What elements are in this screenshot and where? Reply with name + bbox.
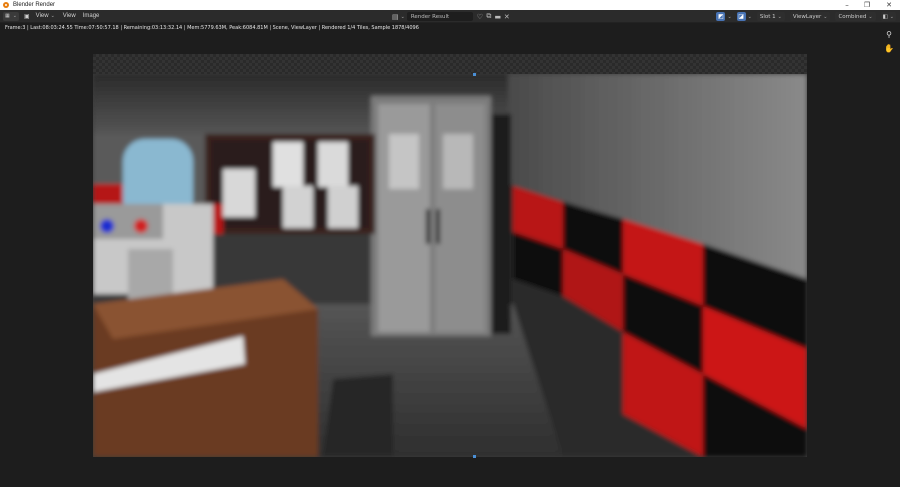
render-slot-icon[interactable]: ◪ <box>736 12 746 21</box>
render-result-image[interactable] <box>93 74 807 457</box>
render-status-text: Frame:3 | Last:08:03:24.55 Time:07:50:57… <box>5 25 419 31</box>
pass-label: Combined <box>838 13 867 20</box>
view-layer-dropdown[interactable]: ViewLayer ⌄ <box>789 12 831 21</box>
render-scene <box>93 74 807 457</box>
image-name-field[interactable]: Render Result <box>406 12 473 21</box>
chevron-down-icon: ⌄ <box>12 13 17 19</box>
chevron-down-icon: ⌄ <box>747 13 752 20</box>
display-channels-icon[interactable]: ◩ <box>716 12 726 21</box>
display-mode-dropdown[interactable]: ◧ ⌄ <box>880 12 896 21</box>
view-mode-button[interactable]: ▣ <box>22 11 32 22</box>
chevron-down-icon: ⌄ <box>823 13 828 20</box>
menu-view-2[interactable]: View <box>63 13 76 19</box>
image-editor-icon: ▦ <box>5 13 10 19</box>
pass-dropdown[interactable]: Combined ⌄ <box>835 12 876 21</box>
image-selector: ▤ ⌄ Render Result ♡ ⧉ ▬ ✕ <box>392 11 511 22</box>
chevron-down-icon: ⌄ <box>777 13 782 20</box>
duplicate-icon[interactable]: ⧉ <box>485 12 493 21</box>
editor-type-button[interactable]: ▦ ⌄ <box>3 11 19 21</box>
render-border-handle-top[interactable] <box>473 73 476 76</box>
view-layer-label: ViewLayer <box>792 13 822 20</box>
hand-icon[interactable]: ✋ <box>884 43 894 53</box>
chevron-down-icon: ⌄ <box>868 13 873 20</box>
menu-image[interactable]: Image <box>83 13 100 19</box>
display-mode-icon: ◧ <box>882 13 888 20</box>
unlink-icon[interactable]: ✕ <box>503 13 511 21</box>
menu-view[interactable]: View <box>36 13 49 19</box>
chevron-down-icon: ⌄ <box>889 13 894 20</box>
minimize-button[interactable]: – <box>836 0 858 10</box>
slot-dropdown[interactable]: Slot 1 ⌄ <box>756 12 785 21</box>
chevron-down-icon: ⌄ <box>50 13 55 19</box>
header-right-controls: ◩ ⌄ ◪ ⌄ Slot 1 ⌄ ViewLayer ⌄ Combined ⌄ ◧ ⌄ <box>716 11 896 22</box>
chevron-down-icon: ⌄ <box>400 13 405 20</box>
render-border-handle-bottom[interactable] <box>473 455 476 458</box>
window-title: Blender Render <box>13 2 56 8</box>
slot-label: Slot 1 <box>759 13 776 20</box>
view-mode-icon: ▣ <box>24 12 30 20</box>
image-browse-icon[interactable]: ▤ <box>392 13 399 21</box>
shield-icon[interactable]: ♡ <box>476 13 484 21</box>
folder-icon[interactable]: ▬ <box>494 13 502 21</box>
zoom-icon[interactable]: ⚲ <box>884 29 894 39</box>
image-editor-header: ▦ ⌄ ▣ View ⌄ View Image ▤ ⌄ Render Result… <box>0 10 900 23</box>
window-title-bar: Blender Render – ❐ ✕ <box>0 0 900 10</box>
chevron-down-icon: ⌄ <box>727 13 732 20</box>
maximize-button[interactable]: ❐ <box>856 0 878 10</box>
blender-logo-icon <box>3 2 9 8</box>
close-button[interactable]: ✕ <box>878 0 900 10</box>
